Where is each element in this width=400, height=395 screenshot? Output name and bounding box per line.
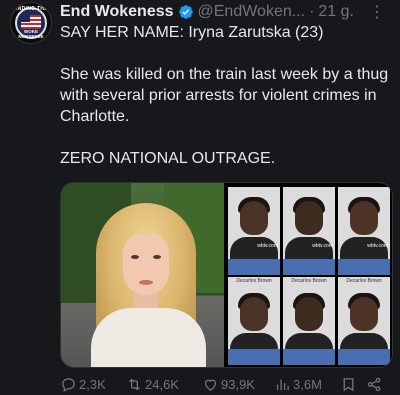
mugshot-bottom-2: Decarlos Brown bbox=[283, 277, 335, 365]
mug-watermark: wbtv.com bbox=[257, 243, 278, 249]
mug-head bbox=[295, 201, 323, 235]
tweet-line-1: SAY HER NAME: Iryna Zarutska (23) bbox=[60, 24, 324, 41]
photo-lips bbox=[139, 280, 153, 285]
author-handle[interactable]: @EndWoken... bbox=[198, 3, 306, 21]
mug-head bbox=[350, 201, 378, 235]
mug-watermark: wbtv.com bbox=[312, 243, 333, 249]
retweet-count: 24,6K bbox=[145, 376, 179, 392]
reply-button[interactable]: 2,3K bbox=[60, 376, 126, 393]
retweet-icon bbox=[129, 378, 140, 390]
avatar-logo-text-top: ENDING THE bbox=[14, 6, 48, 12]
verified-badge-icon bbox=[178, 5, 193, 19]
author-avatar[interactable]: ENDING THE WOKE NONSENSE bbox=[10, 2, 52, 44]
retweet-button[interactable]: 24,6K bbox=[126, 376, 202, 393]
mug-strip bbox=[338, 349, 390, 365]
tweet-actions: 2,3K 24,6K 93,9K 3,6M bbox=[60, 374, 392, 394]
reply-icon bbox=[62, 377, 75, 392]
tweet-line-2: She was killed on the train last week by… bbox=[60, 66, 389, 125]
views-chart-icon bbox=[276, 379, 289, 390]
mug-strip bbox=[228, 349, 280, 365]
share-icon bbox=[367, 377, 381, 391]
share-button[interactable] bbox=[366, 376, 386, 393]
mugshot-top-3: wbtv.com bbox=[338, 187, 390, 275]
avatar-logo-text-bottom: WOKE NONSENSE bbox=[18, 29, 44, 39]
flag-icon bbox=[21, 15, 41, 29]
more-options-icon[interactable]: ⋮ bbox=[369, 2, 386, 22]
mug-watermark: wbtv.com bbox=[367, 243, 388, 249]
mug-strip bbox=[283, 349, 335, 365]
mugshot-bottom-1: Decarlos Brown bbox=[228, 277, 280, 365]
photo-dress bbox=[91, 308, 206, 367]
mug-strip bbox=[283, 259, 335, 275]
mug-head bbox=[240, 201, 268, 235]
victim-photo[interactable] bbox=[61, 183, 224, 367]
views-button[interactable]: 3,6M bbox=[274, 376, 340, 393]
mug-head bbox=[295, 297, 323, 331]
bookmark-icon bbox=[343, 377, 354, 391]
tweet-time[interactable]: 21 g. bbox=[318, 3, 354, 21]
mug-label: Decarlos Brown bbox=[236, 278, 272, 284]
mugshot-top-1: wbtv.com bbox=[228, 187, 280, 275]
views-count: 3,6M bbox=[293, 376, 322, 392]
author-name[interactable]: End Wokeness bbox=[60, 3, 174, 21]
mug-head bbox=[350, 297, 378, 331]
tweet-media[interactable]: wbtv.com wbtv.com wbtv.com Decarlos Brow… bbox=[60, 182, 393, 368]
mug-label: Decarlos Brown bbox=[291, 278, 327, 284]
like-button[interactable]: 93,9K bbox=[202, 376, 274, 393]
reply-count: 2,3K bbox=[79, 376, 106, 392]
mugshot-bottom-3: Decarlos Brown bbox=[338, 277, 390, 365]
mug-strip bbox=[228, 259, 280, 275]
tweet-text: SAY HER NAME: Iryna Zarutska (23) She wa… bbox=[60, 22, 395, 169]
bookmark-button[interactable] bbox=[340, 376, 366, 393]
photo-face bbox=[123, 233, 169, 295]
mug-label: Decarlos Brown bbox=[346, 278, 382, 284]
separator-dot: · bbox=[309, 3, 315, 20]
tweet-line-3: ZERO NATIONAL OUTRAGE. bbox=[60, 150, 276, 167]
mug-head bbox=[240, 297, 268, 331]
heart-icon bbox=[204, 379, 217, 391]
mugshot-top-2: wbtv.com bbox=[283, 187, 335, 275]
like-count: 93,9K bbox=[221, 376, 255, 392]
mug-strip bbox=[338, 259, 390, 275]
photo-eye-left bbox=[131, 255, 139, 259]
tweet-header: End Wokeness @EndWoken... · 21 g. ⋮ bbox=[60, 2, 390, 22]
photo-eye-right bbox=[153, 255, 161, 259]
